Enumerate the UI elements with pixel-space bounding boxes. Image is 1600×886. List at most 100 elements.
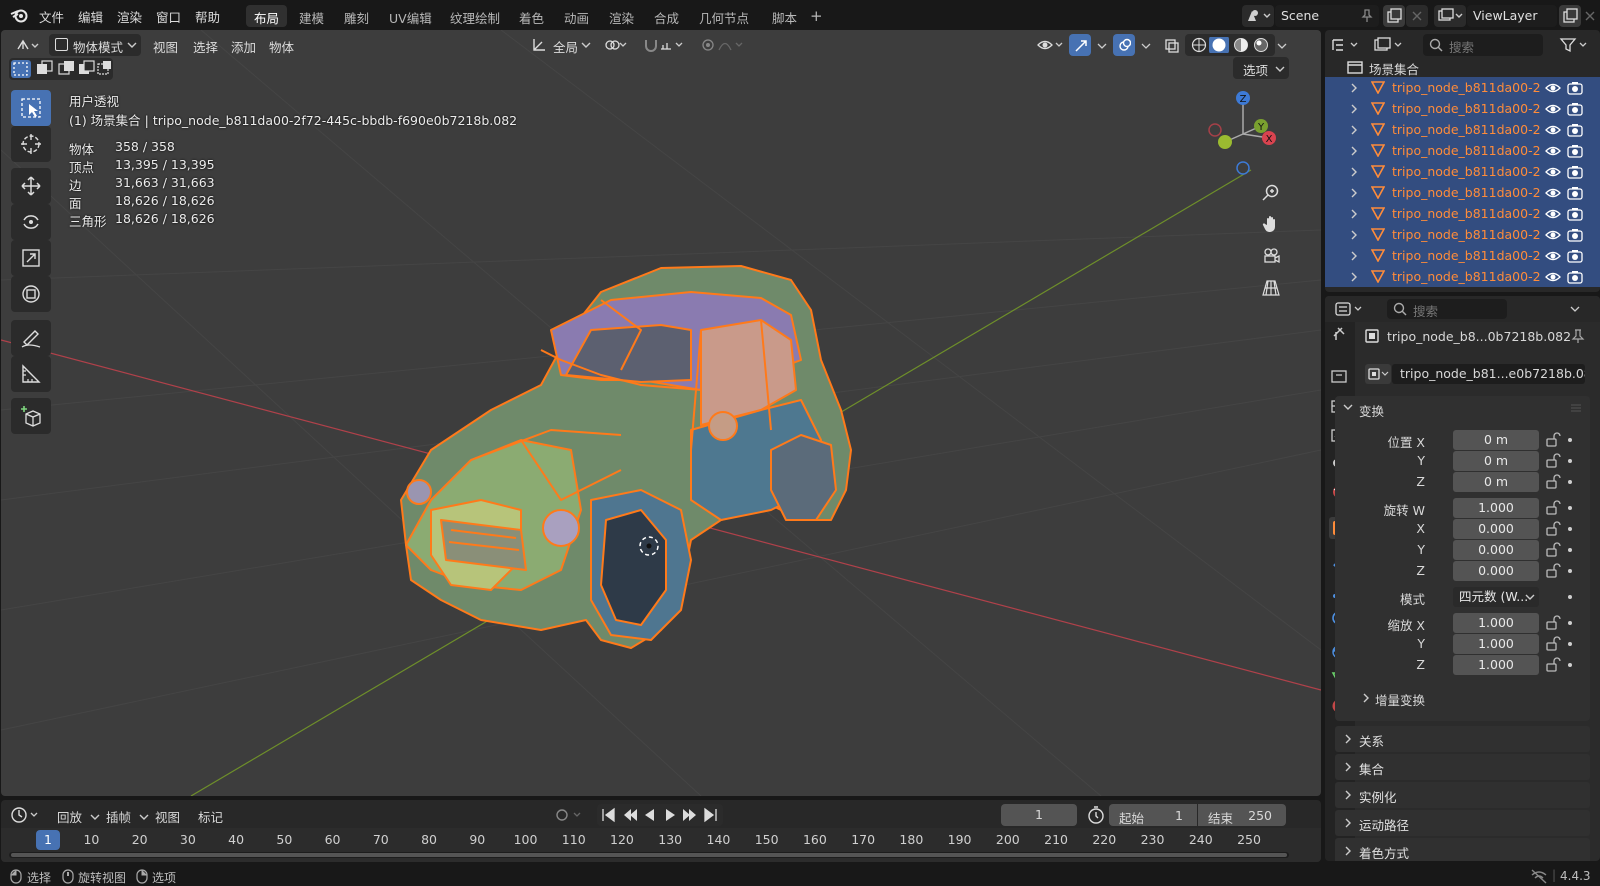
- properties-options-dropdown[interactable]: [1563, 299, 1591, 319]
- rotate-tool[interactable]: [11, 204, 51, 240]
- properties-search[interactable]: 搜索: [1387, 299, 1507, 319]
- current-frame-indicator[interactable]: 1: [36, 830, 60, 850]
- scale-tool[interactable]: [11, 240, 51, 276]
- motion-paths-panel-header[interactable]: 运动路径: [1335, 810, 1590, 836]
- camera-view-icon[interactable]: [1257, 242, 1285, 270]
- menu-select[interactable]: 选择: [187, 34, 224, 56]
- menu-window[interactable]: 窗口: [156, 7, 181, 26]
- rotation-x-field[interactable]: 0.000: [1453, 519, 1539, 539]
- tab-texture-paint[interactable]: 纹理绘制: [442, 5, 508, 27]
- outliner-item[interactable]: tripo_node_b811da00-2: [1325, 98, 1600, 119]
- lock-icon[interactable]: [1545, 615, 1561, 631]
- eye-icon[interactable]: [1545, 123, 1561, 137]
- pivot-point-dropdown[interactable]: [598, 34, 632, 56]
- keyframe-dot[interactable]: [1568, 548, 1572, 552]
- zoom-icon[interactable]: [1257, 178, 1285, 206]
- keying-dropdown[interactable]: 插帧: [102, 804, 153, 826]
- keyframe-dot[interactable]: [1568, 642, 1572, 646]
- menu-file[interactable]: 文件: [39, 7, 64, 26]
- expand-arrow-icon[interactable]: [1351, 251, 1359, 261]
- timeline-menu-marker[interactable]: 标记: [198, 807, 223, 826]
- mode-dropdown[interactable]: 物体模式: [49, 34, 141, 56]
- camera-render-icon[interactable]: [1567, 207, 1583, 221]
- keyframe-dot[interactable]: [1568, 480, 1572, 484]
- lock-icon[interactable]: [1545, 521, 1561, 537]
- outliner-item[interactable]: tripo_node_b811da00-2: [1325, 266, 1600, 287]
- lock-icon[interactable]: [1545, 432, 1561, 448]
- outliner-item[interactable]: tripo_node_b811da00-2: [1325, 77, 1600, 98]
- stopwatch-icon[interactable]: [1084, 804, 1108, 826]
- scale-z-field[interactable]: 1.000: [1453, 655, 1539, 675]
- lock-icon[interactable]: [1545, 636, 1561, 652]
- tab-geometry-nodes[interactable]: 几何节点: [691, 5, 757, 27]
- xray-toggle[interactable]: [1159, 34, 1181, 56]
- outliner-item[interactable]: tripo_node_b811da00-2: [1325, 224, 1600, 245]
- lock-icon[interactable]: [1545, 453, 1561, 469]
- display-mode-dropdown[interactable]: [1371, 34, 1407, 56]
- expand-arrow-icon[interactable]: [1351, 272, 1359, 282]
- keyframe-dot[interactable]: [1568, 506, 1572, 510]
- lock-icon[interactable]: [1545, 563, 1561, 579]
- expand-arrow-icon[interactable]: [1351, 125, 1359, 135]
- outliner-item[interactable]: tripo_node_b811da00-2: [1325, 182, 1600, 203]
- gizmo-dropdown[interactable]: [1091, 34, 1107, 56]
- location-y-field[interactable]: 0 m: [1453, 451, 1539, 471]
- outliner-item[interactable]: tripo_node_b811da00-2: [1325, 161, 1600, 182]
- navigation-gizmo[interactable]: Z Y X: [1201, 88, 1291, 178]
- object-name-field[interactable]: tripo_node_b81...e0b7218b.082: [1392, 364, 1585, 384]
- expand-arrow-icon[interactable]: [1351, 83, 1359, 93]
- drag-handle-icon[interactable]: [1570, 402, 1582, 414]
- timeline-editor-type[interactable]: [9, 804, 45, 826]
- rotation-y-field[interactable]: 0.000: [1453, 540, 1539, 560]
- orientation-dropdown[interactable]: 全局: [529, 34, 591, 56]
- relations-panel-header[interactable]: 关系: [1335, 726, 1590, 752]
- lock-icon[interactable]: [1545, 657, 1561, 673]
- view-layer-icon[interactable]: [1434, 5, 1466, 27]
- keyframe-dot[interactable]: [1568, 527, 1572, 531]
- outliner-search[interactable]: 搜索: [1423, 34, 1543, 56]
- tab-animation[interactable]: 动画: [556, 5, 597, 27]
- expand-arrow-icon[interactable]: [1351, 167, 1359, 177]
- eye-icon[interactable]: [1545, 270, 1561, 284]
- tab-compositing[interactable]: 合成: [646, 5, 687, 27]
- tab-shading[interactable]: 着色: [511, 5, 552, 27]
- pin-icon[interactable]: [1571, 329, 1585, 343]
- expand-arrow-icon[interactable]: [1351, 146, 1359, 156]
- options-dropdown[interactable]: 选项: [1233, 57, 1289, 79]
- tab-uv-editing[interactable]: UV编辑: [381, 5, 440, 27]
- expand-arrow-icon[interactable]: [1351, 230, 1359, 240]
- delete-view-layer-icon[interactable]: [1582, 5, 1598, 27]
- new-scene-icon[interactable]: [1383, 5, 1405, 27]
- scene-name-field[interactable]: Scene: [1275, 5, 1379, 27]
- view-layer-field[interactable]: ViewLayer: [1467, 5, 1557, 27]
- editor-type-dropdown[interactable]: [9, 34, 47, 56]
- transform-panel-header[interactable]: 变换: [1335, 396, 1590, 420]
- location-x-field[interactable]: 0 m: [1453, 430, 1539, 450]
- perspective-toggle-icon[interactable]: [1257, 274, 1285, 302]
- add-workspace-button[interactable]: +: [802, 4, 831, 26]
- outliner-item[interactable]: tripo_node_b811da00-2: [1325, 245, 1600, 266]
- menu-add[interactable]: 添加: [225, 34, 262, 56]
- outliner-item[interactable]: tripo_node_b811da00-2: [1325, 119, 1600, 140]
- cursor-tool[interactable]: [11, 126, 51, 162]
- timeline-scrollbar[interactable]: [9, 852, 1289, 858]
- overlays-dropdown[interactable]: [1135, 34, 1151, 56]
- start-frame-field[interactable]: 起始 1: [1109, 804, 1197, 826]
- outliner-editor-type[interactable]: [1329, 34, 1365, 56]
- shading-panel-header[interactable]: 着色方式: [1335, 838, 1590, 861]
- menu-view[interactable]: 视图: [147, 34, 184, 56]
- eye-icon[interactable]: [1545, 207, 1561, 221]
- keyframe-dot[interactable]: [1568, 569, 1572, 573]
- properties-editor-type[interactable]: [1333, 299, 1369, 319]
- camera-render-icon[interactable]: [1567, 123, 1583, 137]
- end-frame-field[interactable]: 结束 250: [1198, 804, 1286, 826]
- tab-sculpting[interactable]: 雕刻: [336, 5, 377, 27]
- measure-tool[interactable]: [11, 356, 51, 392]
- lock-icon[interactable]: [1545, 500, 1561, 516]
- camera-render-icon[interactable]: [1567, 144, 1583, 158]
- scale-x-field[interactable]: 1.000: [1453, 613, 1539, 633]
- rotation-mode-dropdown[interactable]: 四元数 (W...: [1453, 587, 1539, 607]
- move-tool[interactable]: [11, 168, 51, 204]
- eye-icon[interactable]: [1545, 81, 1561, 95]
- gizmo-toggle[interactable]: [1069, 34, 1091, 56]
